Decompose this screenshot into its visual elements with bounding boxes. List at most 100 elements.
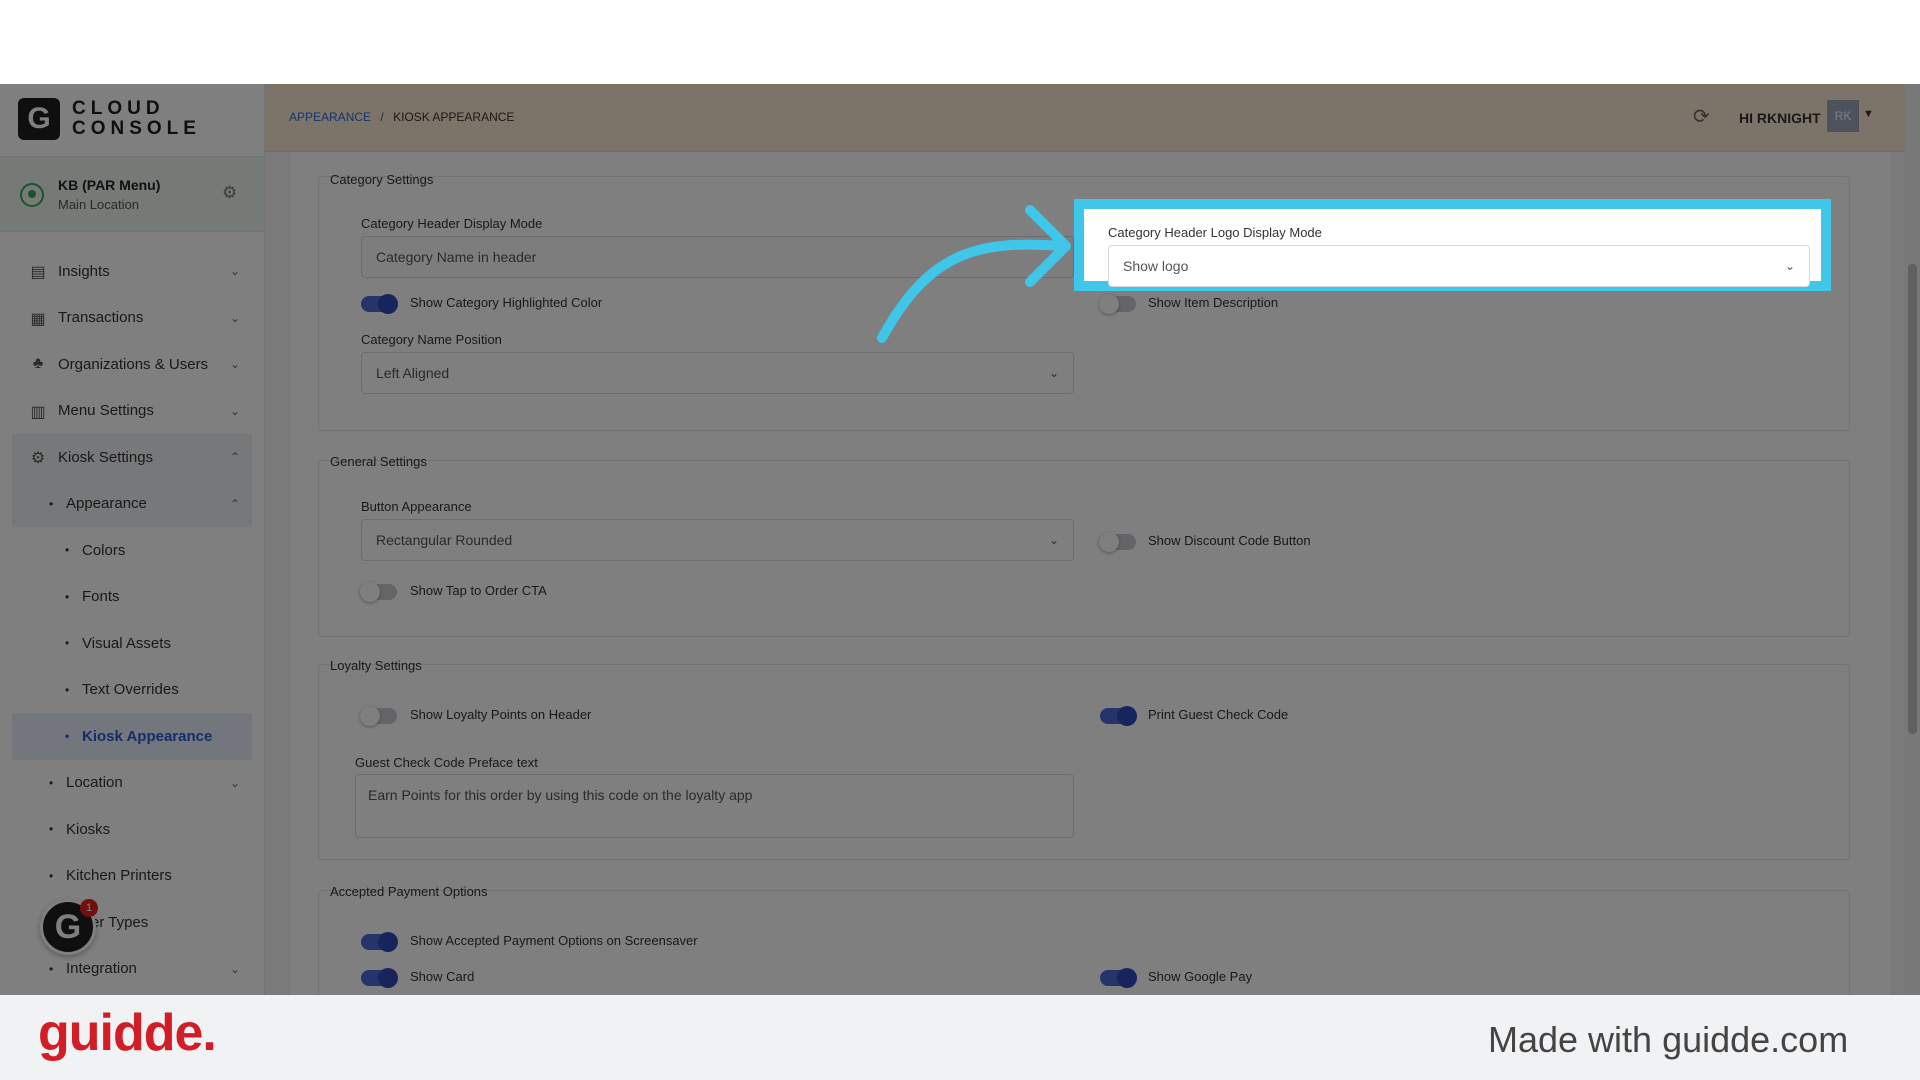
sidebar-item-organizations[interactable]: ♣ Organizations & Users ⌄ xyxy=(0,341,264,388)
toggle-label: Show Discount Code Button xyxy=(1148,533,1311,548)
sidebar-item-colors[interactable]: • Colors xyxy=(0,527,264,574)
sidebar-item-label: Kitchen Printers xyxy=(66,867,172,885)
notification-count-badge: 1 xyxy=(80,899,98,917)
receipt-icon: ▦ xyxy=(30,310,46,328)
textarea-value: Earn Points for this order by using this… xyxy=(368,787,753,803)
toggle-label: Show Card xyxy=(410,969,475,984)
logo-mark: G xyxy=(18,98,60,140)
logo-line-1: CLOUD xyxy=(72,98,165,119)
chevron-down-icon: ⌄ xyxy=(1048,366,1059,380)
toggle-label: Show Tap to Order CTA xyxy=(410,583,547,598)
show-google-pay-toggle[interactable] xyxy=(1100,968,1137,988)
highlighted-color-toggle[interactable] xyxy=(361,294,398,314)
field-label: Category Name Position xyxy=(361,332,502,347)
user-greeting[interactable]: HI RKNIGHT xyxy=(1739,110,1821,126)
discount-code-toggle[interactable] xyxy=(1099,532,1136,552)
sidebar-item-appearance[interactable]: • Appearance ⌃ xyxy=(12,480,252,527)
sidebar-item-insights[interactable]: ▤ Insights ⌄ xyxy=(0,248,264,295)
sidebar-item-transactions[interactable]: ▦ Transactions ⌄ xyxy=(0,295,264,342)
field-label: Guest Check Code Preface text xyxy=(355,755,538,770)
sidebar-item-integration[interactable]: • Integration ⌄ xyxy=(0,946,264,993)
caret-down-icon[interactable]: ▼ xyxy=(1863,108,1874,120)
insights-icon: ▤ xyxy=(30,264,46,282)
chevron-down-icon: ⌄ xyxy=(230,775,241,790)
chevron-down-icon: ⌄ xyxy=(230,961,241,976)
sidebar-item-label: Appearance xyxy=(66,495,147,513)
breadcrumb-separator: / xyxy=(380,110,384,124)
button-appearance-select[interactable]: Rectangular Rounded ⌄ xyxy=(361,519,1074,561)
payment-screensaver-toggle[interactable] xyxy=(361,932,398,952)
sidebar-nav: ▤ Insights ⌄ ▦ Transactions ⌄ ♣ Organiza… xyxy=(0,248,264,992)
sidebar-item-label: Kiosks xyxy=(66,820,111,838)
page-scrollbar[interactable] xyxy=(1905,84,1920,995)
item-description-toggle[interactable] xyxy=(1099,294,1136,314)
field-label: Category Header Display Mode xyxy=(361,216,543,231)
chevron-up-icon: ⌃ xyxy=(230,450,241,465)
location-pin-icon xyxy=(20,183,44,207)
bullet: • xyxy=(49,868,54,883)
loyalty-points-toggle[interactable] xyxy=(360,706,397,726)
sidebar-item-kiosk-appearance[interactable]: • Kiosk Appearance xyxy=(12,713,252,760)
org-chart-icon: ♣ xyxy=(32,355,44,373)
toggle-label: Show Loyalty Points on Header xyxy=(410,707,592,722)
sidebar-item-label: Integration xyxy=(66,960,137,978)
chevron-down-icon: ⌄ xyxy=(230,403,241,418)
chevron-down-icon: ⌄ xyxy=(230,264,241,279)
refresh-icon[interactable]: ⟳ xyxy=(1693,104,1710,129)
sidebar-item-label: Insights xyxy=(58,262,110,280)
bullet: • xyxy=(49,961,54,976)
tap-to-order-toggle[interactable] xyxy=(360,582,397,602)
sidebar: G CLOUD CONSOLE KB (PAR Menu) Main Locat… xyxy=(0,84,265,995)
field-label: Button Appearance xyxy=(361,499,472,514)
sidebar-item-label: Kiosk Appearance xyxy=(82,727,213,745)
location-subtitle: Main Location xyxy=(58,197,139,212)
section-title: General Settings xyxy=(330,454,427,469)
category-header-display-mode-select[interactable]: Category Name in header xyxy=(361,236,1074,278)
sidebar-item-label: Kiosk Settings xyxy=(58,448,154,466)
logo-line-2: CONSOLE xyxy=(72,118,201,139)
sidebar-item-kiosks[interactable]: • Kiosks xyxy=(0,806,264,853)
toggle-label: Show Accepted Payment Options on Screens… xyxy=(410,933,698,948)
print-guest-check-toggle[interactable] xyxy=(1100,706,1137,726)
sidebar-item-label: Organizations & Users xyxy=(58,355,209,373)
show-card-toggle[interactable] xyxy=(361,968,398,988)
sidebar-item-kiosk-settings[interactable]: ⚙ Kiosk Settings ⌃ xyxy=(12,434,252,481)
sidebar-item-label: Location xyxy=(66,774,123,792)
chevron-down-icon: ⌄ xyxy=(1048,533,1059,547)
menu-icon: ▥ xyxy=(30,403,46,421)
chevron-down-icon: ⌄ xyxy=(1784,259,1795,273)
breadcrumb-appearance-link[interactable]: APPEARANCE xyxy=(289,110,371,124)
sidebar-item-kitchen-printers[interactable]: • Kitchen Printers xyxy=(0,853,264,900)
sidebar-item-label: Visual Assets xyxy=(82,634,171,652)
sidebar-item-fonts[interactable]: • Fonts xyxy=(0,574,264,621)
section-title: Accepted Payment Options xyxy=(330,884,488,899)
category-header-logo-display-mode-select[interactable]: Show logo ⌄ xyxy=(1108,245,1810,287)
guidde-footer: guidde. Made with guidde.com xyxy=(0,995,1920,1080)
sidebar-item-location[interactable]: • Location ⌄ xyxy=(0,760,264,807)
category-name-position-select[interactable]: Left Aligned ⌄ xyxy=(361,352,1074,394)
section-title: Category Settings xyxy=(330,172,434,187)
select-value: Show logo xyxy=(1123,258,1189,274)
app-logo[interactable]: G CLOUD CONSOLE xyxy=(18,98,201,140)
toggle-label: Show Item Description xyxy=(1148,295,1279,310)
avatar[interactable]: RK xyxy=(1827,100,1859,132)
toggle-label: Show Google Pay xyxy=(1148,969,1253,984)
bullet: • xyxy=(65,589,70,604)
guest-check-preface-textarea[interactable]: Earn Points for this order by using this… xyxy=(355,774,1074,838)
sidebar-item-menu-settings[interactable]: ▥ Menu Settings ⌄ xyxy=(0,388,264,435)
made-with-text: Made with guidde.com xyxy=(1488,1019,1849,1060)
section-title: Loyalty Settings xyxy=(330,658,422,673)
breadcrumb-current: KIOSK APPEARANCE xyxy=(393,110,515,124)
gear-icon[interactable]: ⚙ xyxy=(222,183,237,203)
scrollbar-thumb[interactable] xyxy=(1908,264,1917,734)
sidebar-item-visual-assets[interactable]: • Visual Assets xyxy=(0,620,264,667)
field-label: Category Header Logo Display Mode xyxy=(1108,225,1322,240)
location-card[interactable]: KB (PAR Menu) Main Location ⚙ xyxy=(0,156,264,232)
select-value: Left Aligned xyxy=(376,365,450,381)
sidebar-item-text-overrides[interactable]: • Text Overrides xyxy=(0,667,264,714)
bullet: • xyxy=(65,543,70,558)
select-value: Rectangular Rounded xyxy=(376,532,513,548)
bullet: • xyxy=(49,775,54,790)
sidebar-item-label: Fonts xyxy=(82,588,120,606)
chevron-up-icon: ⌃ xyxy=(230,496,241,511)
